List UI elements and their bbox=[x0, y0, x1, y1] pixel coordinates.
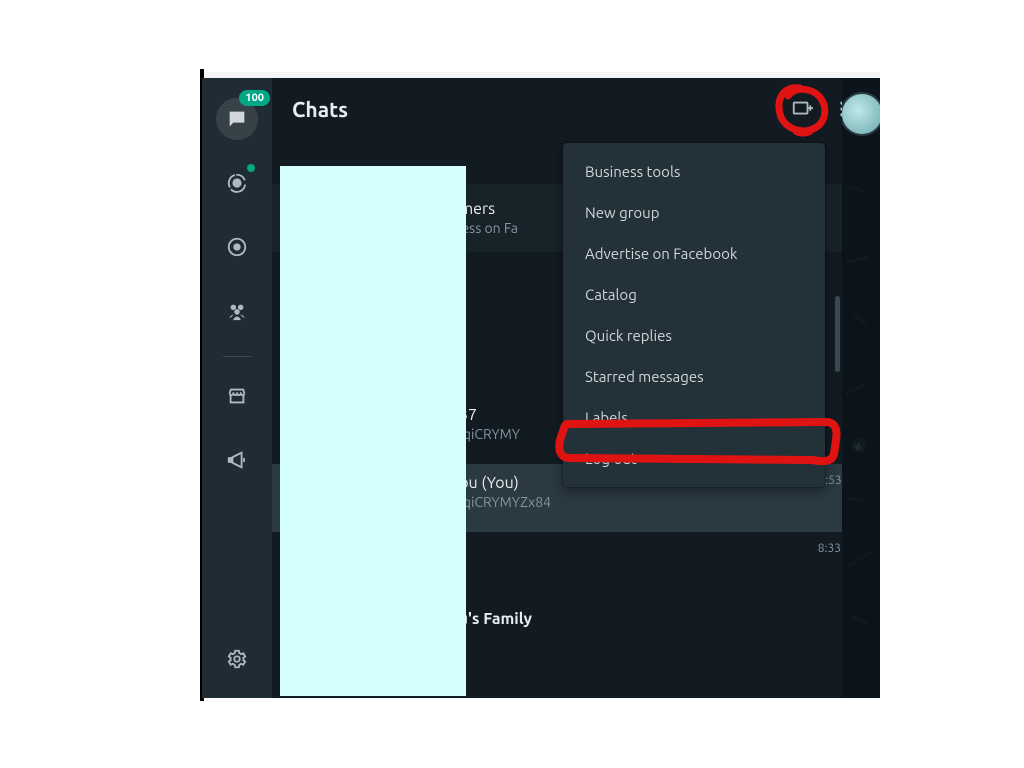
new-chat-button[interactable] bbox=[784, 91, 820, 127]
megaphone-icon bbox=[226, 449, 248, 471]
communities-icon bbox=[225, 300, 249, 322]
menu-advertise-on-facebook[interactable]: Advertise on Facebook bbox=[563, 233, 825, 274]
storefront-icon bbox=[226, 385, 248, 407]
scrollbar-thumb[interactable] bbox=[835, 296, 840, 372]
nav-business-tools[interactable] bbox=[216, 375, 258, 417]
nav-settings[interactable] bbox=[216, 638, 258, 680]
redaction-overlay bbox=[280, 166, 466, 696]
conversation-pane-sliver: ✦ bbox=[842, 78, 880, 698]
status-icon bbox=[226, 172, 248, 194]
doodle-background: ✦ bbox=[842, 148, 880, 698]
chat-icon bbox=[226, 108, 248, 130]
gear-icon bbox=[226, 648, 248, 670]
app-window: 100 Chats bbox=[202, 78, 880, 698]
nav-divider bbox=[223, 356, 251, 357]
status-dot bbox=[247, 164, 255, 172]
menu-labels[interactable]: Labels bbox=[563, 397, 825, 438]
chat-subtitle: e/qiCRYMYZx84 bbox=[450, 494, 804, 510]
menu-catalog[interactable]: Catalog bbox=[563, 274, 825, 315]
more-options-menu: Business tools New group Advertise on Fa… bbox=[563, 143, 825, 487]
channels-icon bbox=[226, 236, 248, 258]
page-title: Chats bbox=[292, 97, 780, 121]
nav-advertise[interactable] bbox=[216, 439, 258, 481]
menu-business-tools[interactable]: Business tools bbox=[563, 151, 825, 192]
nav-chats[interactable]: 100 bbox=[216, 98, 258, 140]
nav-channels[interactable] bbox=[216, 226, 258, 268]
nav-rail: 100 bbox=[202, 78, 272, 698]
unread-badge: 100 bbox=[239, 90, 270, 106]
new-chat-icon bbox=[790, 98, 814, 120]
panel-header: Chats bbox=[272, 78, 880, 140]
avatar[interactable] bbox=[842, 92, 880, 136]
nav-communities[interactable] bbox=[216, 290, 258, 332]
menu-quick-replies[interactable]: Quick replies bbox=[563, 315, 825, 356]
nav-status[interactable] bbox=[216, 162, 258, 204]
menu-new-group[interactable]: New group bbox=[563, 192, 825, 233]
menu-starred-messages[interactable]: Starred messages bbox=[563, 356, 825, 397]
menu-log-out[interactable]: Log out bbox=[563, 438, 825, 479]
